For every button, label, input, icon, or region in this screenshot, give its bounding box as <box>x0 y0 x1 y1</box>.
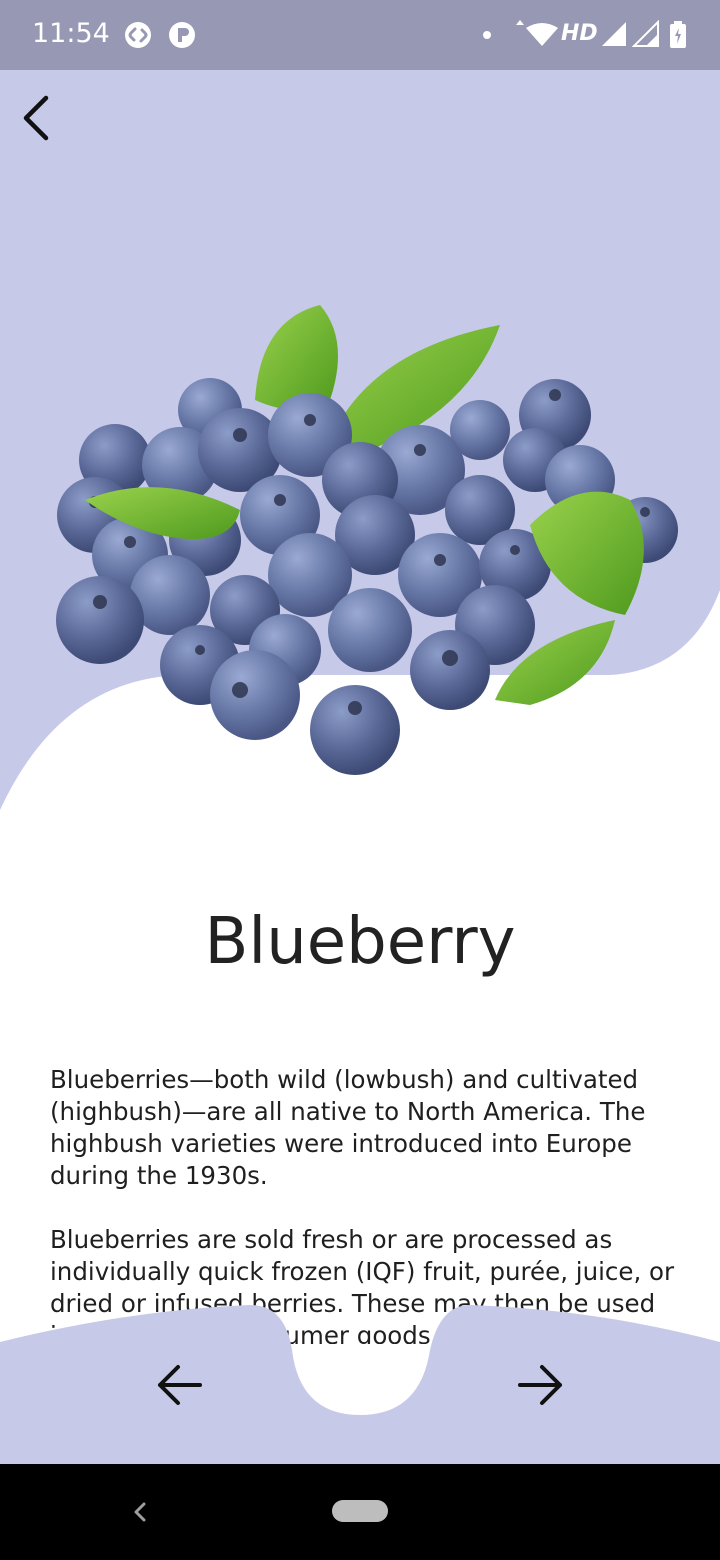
network-type-label: HD <box>561 21 598 46</box>
arrow-right-icon <box>518 1365 562 1405</box>
fruit-image <box>56 305 678 775</box>
signal-icon <box>602 22 626 46</box>
page-title: Blueberry <box>204 905 516 979</box>
arrow-left-icon <box>158 1365 202 1405</box>
system-home-button[interactable] <box>332 1500 388 1522</box>
battery-icon <box>670 21 686 48</box>
previous-button[interactable] <box>150 1355 210 1415</box>
app-p-icon <box>169 22 195 48</box>
next-button[interactable] <box>510 1355 570 1415</box>
back-button[interactable] <box>8 88 68 148</box>
shazam-icon <box>125 22 151 48</box>
bottom-nav-bar <box>0 1305 720 1465</box>
signal-icon <box>632 20 659 47</box>
chevron-left-icon <box>23 95 49 141</box>
description-paragraph: Blueberries—both wild (lowbush) and cult… <box>50 1065 646 1190</box>
chevron-left-icon <box>134 1502 146 1522</box>
dot-icon <box>483 31 491 39</box>
status-time: 11:54 <box>32 18 110 49</box>
wifi-icon <box>516 20 558 46</box>
system-back-button[interactable] <box>120 1492 160 1532</box>
